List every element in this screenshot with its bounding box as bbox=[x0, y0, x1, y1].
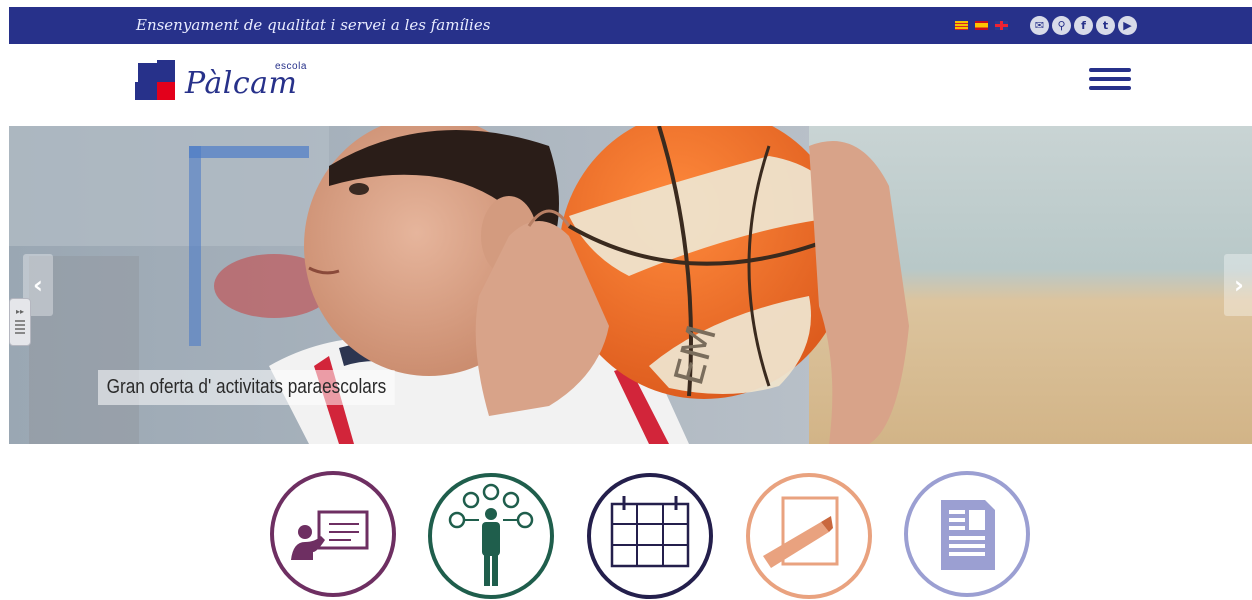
feature-calendar[interactable] bbox=[586, 472, 714, 600]
slider-next-button[interactable]: › bbox=[1224, 254, 1252, 316]
language-switcher bbox=[955, 21, 1008, 30]
document-icon bbox=[904, 471, 1030, 597]
pencil-paper-icon bbox=[746, 473, 872, 599]
catalan-flag-icon[interactable] bbox=[955, 21, 968, 30]
feature-community[interactable] bbox=[427, 472, 555, 600]
feature-writing[interactable] bbox=[745, 472, 873, 600]
hamburger-menu-icon[interactable] bbox=[1089, 68, 1131, 94]
twitter-icon[interactable]: t bbox=[1096, 16, 1115, 35]
facebook-icon[interactable]: f bbox=[1074, 16, 1093, 35]
people-network-icon bbox=[428, 473, 554, 599]
slide-caption: Gran oferta d' activitats paraescolars bbox=[98, 370, 395, 405]
feature-teacher[interactable] bbox=[269, 470, 397, 598]
feature-icons-row bbox=[9, 444, 1252, 600]
site-logo[interactable]: Pàlcam escola bbox=[135, 60, 335, 106]
feature-documents[interactable] bbox=[903, 470, 1031, 598]
email-icon[interactable]: ✉ bbox=[1030, 16, 1049, 35]
logo-subtitle: escola bbox=[275, 61, 307, 72]
page-top-margin bbox=[0, 0, 1252, 7]
location-pin-icon[interactable]: ⚲ bbox=[1052, 16, 1071, 35]
teacher-board-icon bbox=[270, 471, 396, 597]
tagline: Ensenyament de qualitat i servei a les f… bbox=[136, 16, 491, 34]
social-links: ✉ ⚲ f t ▶ bbox=[1030, 16, 1137, 35]
logo-mark-icon bbox=[135, 60, 175, 100]
uk-flag-icon[interactable] bbox=[995, 21, 1008, 30]
calendar-icon bbox=[587, 473, 713, 599]
handle-arrows-icon: ▸▸ bbox=[15, 307, 25, 316]
top-bar: Ensenyament de qualitat i servei a les f… bbox=[9, 7, 1252, 44]
spanish-flag-icon[interactable] bbox=[975, 21, 988, 30]
youtube-icon[interactable]: ▶ bbox=[1118, 16, 1137, 35]
handle-grip-icon bbox=[15, 320, 25, 334]
side-panel-handle[interactable]: ▸▸ bbox=[9, 298, 31, 346]
site-header: Pàlcam escola bbox=[9, 44, 1252, 126]
hero-slider: EM ‹ › Gran oferta d' activitats paraesc… bbox=[9, 126, 1252, 444]
